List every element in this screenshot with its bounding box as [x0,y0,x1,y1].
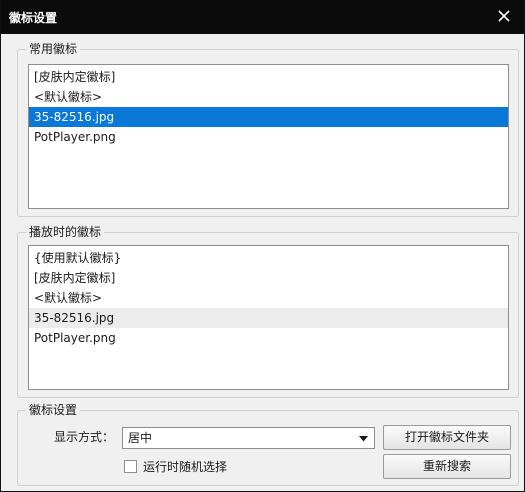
common-logos-group: 常用徽标 [皮肤内定徽标] <默认徽标> 35-82516.jpg PotPla… [17,41,519,217]
window-title: 徽标设置 [9,11,58,25]
list-item[interactable]: <默认徽标> [29,288,508,308]
rescan-button[interactable]: 重新搜索 [383,454,511,479]
list-item[interactable]: PotPlayer.png [29,328,508,348]
random-select-checkbox-row[interactable]: 运行时随机选择 [124,459,264,475]
list-item[interactable]: <默认徽标> [29,87,508,107]
display-mode-label: 显示方式： [54,430,115,444]
playback-logos-title: 播放时的徽标 [26,224,105,240]
chevron-down-icon [359,436,368,442]
random-select-checkbox[interactable] [124,460,137,473]
list-item-highlighted[interactable]: 35-82516.jpg [29,308,508,328]
logo-settings-group: 徽标设置 显示方式： 居中 打开徽标文件夹 运行时随机选择 重新搜索 [17,402,519,486]
list-item[interactable]: [皮肤内定徽标] [29,268,508,288]
common-logos-title: 常用徽标 [26,41,81,57]
list-item[interactable]: PotPlayer.png [29,127,508,147]
logo-settings-title: 徽标设置 [26,402,81,418]
common-logos-list[interactable]: [皮肤内定徽标] <默认徽标> 35-82516.jpg PotPlayer.p… [28,64,509,209]
list-item[interactable]: {使用默认徽标} [29,248,508,268]
title-bar[interactable]: 徽标设置 [1,0,524,34]
random-select-label: 运行时随机选择 [143,460,228,474]
close-icon [498,10,510,22]
list-item-selected[interactable]: 35-82516.jpg [29,107,508,127]
logo-settings-dialog: 徽标设置 常用徽标 [皮肤内定徽标] <默认徽标> 35-82516.jpg P… [0,0,525,492]
playback-logos-list[interactable]: {使用默认徽标} [皮肤内定徽标] <默认徽标> 35-82516.jpg Po… [28,245,509,390]
display-mode-value: 居中 [128,431,153,445]
playback-logos-group: 播放时的徽标 {使用默认徽标} [皮肤内定徽标] <默认徽标> 35-82516… [17,224,519,398]
list-item[interactable]: [皮肤内定徽标] [29,67,508,87]
close-button[interactable] [490,2,518,30]
open-logo-folder-button[interactable]: 打开徽标文件夹 [383,425,511,450]
display-mode-select[interactable]: 居中 [122,427,375,449]
